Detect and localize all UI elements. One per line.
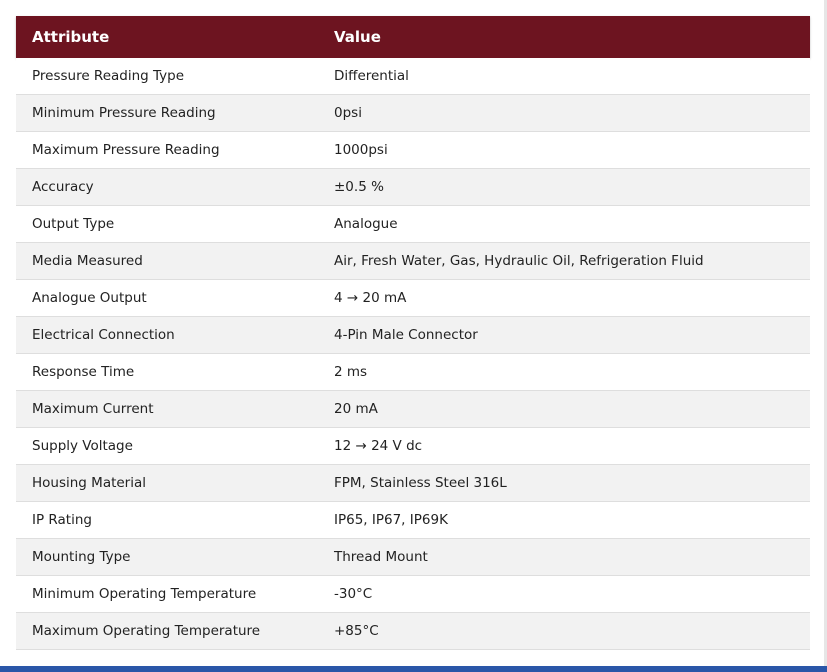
row-attribute: Response Time [32, 364, 135, 380]
table-row: Analogue Output 4 → 20 mA [16, 280, 810, 317]
table-row: Accuracy ±0.5 % [16, 169, 810, 206]
row-attribute: Pressure Reading Type [32, 68, 185, 84]
bottom-scroll-bar [0, 666, 827, 672]
row-value: IP65, IP67, IP69K [334, 512, 448, 528]
table-row: Output Type Analogue [16, 206, 810, 243]
row-value: 0psi [334, 105, 362, 121]
row-value: +85°C [334, 623, 379, 639]
table-body: Pressure Reading Type Differential Minimum… [16, 58, 810, 650]
table-row: Housing Material FPM, Stainless Steel 316… [16, 465, 810, 502]
table-row: Minimum Operating Temperature -30°C [16, 576, 810, 613]
row-value: 4 → 20 mA [334, 290, 407, 306]
row-attribute: Mounting Type [32, 549, 131, 565]
row-attribute: Electrical Connection [32, 327, 175, 343]
table-header: Attribute Value [16, 16, 810, 58]
row-value: FPM, Stainless Steel 316L [334, 475, 507, 491]
header-value: Value [334, 28, 381, 46]
row-attribute: Minimum Operating Temperature [32, 586, 257, 602]
row-value: 12 → 24 V dc [334, 438, 423, 454]
row-value: Analogue [334, 216, 398, 232]
table-row: Minimum Pressure Reading 0psi [16, 95, 810, 132]
row-attribute: Housing Material [32, 475, 147, 491]
row-attribute: Analogue Output [32, 290, 147, 306]
row-attribute: Supply Voltage [32, 438, 133, 454]
row-attribute: Maximum Operating Temperature [32, 623, 261, 639]
table-row: Electrical Connection 4-Pin Male Connecto… [16, 317, 810, 354]
row-value: Air, Fresh Water, Gas, Hydraulic Oil, Re… [334, 253, 704, 269]
row-value: 4-Pin Male Connector [334, 327, 478, 343]
table-row: Pressure Reading Type Differential [16, 58, 810, 95]
table-row: Maximum Pressure Reading 1000psi [16, 132, 810, 169]
row-attribute: Minimum Pressure Reading [32, 105, 216, 121]
row-value: ±0.5 % [334, 179, 384, 195]
spec-table: Attribute Value Pressure Reading Type Dif… [16, 16, 810, 650]
row-value: Differential [334, 68, 409, 84]
row-attribute: Output Type [32, 216, 115, 232]
row-attribute: Maximum Pressure Reading [32, 142, 220, 158]
table-row: Response Time 2 ms [16, 354, 810, 391]
table-row: Media Measured Air, Fresh Water, Gas, Hyd… [16, 243, 810, 280]
table-row: Maximum Operating Temperature +85°C [16, 613, 810, 650]
row-attribute: Media Measured [32, 253, 143, 269]
row-value: 2 ms [334, 364, 368, 380]
table-row: Supply Voltage 12 → 24 V dc [16, 428, 810, 465]
row-value: -30°C [334, 586, 373, 602]
row-attribute: Accuracy [32, 179, 94, 195]
row-attribute: IP Rating [32, 512, 92, 528]
row-value: 1000psi [334, 142, 388, 158]
table-row: IP Rating IP65, IP67, IP69K [16, 502, 810, 539]
row-value: Thread Mount [334, 549, 428, 565]
row-value: 20 mA [334, 401, 378, 417]
header-attribute: Attribute [32, 28, 110, 46]
row-attribute: Maximum Current [32, 401, 154, 417]
table-row: Mounting Type Thread Mount [16, 539, 810, 576]
table-row: Maximum Current 20 mA [16, 391, 810, 428]
